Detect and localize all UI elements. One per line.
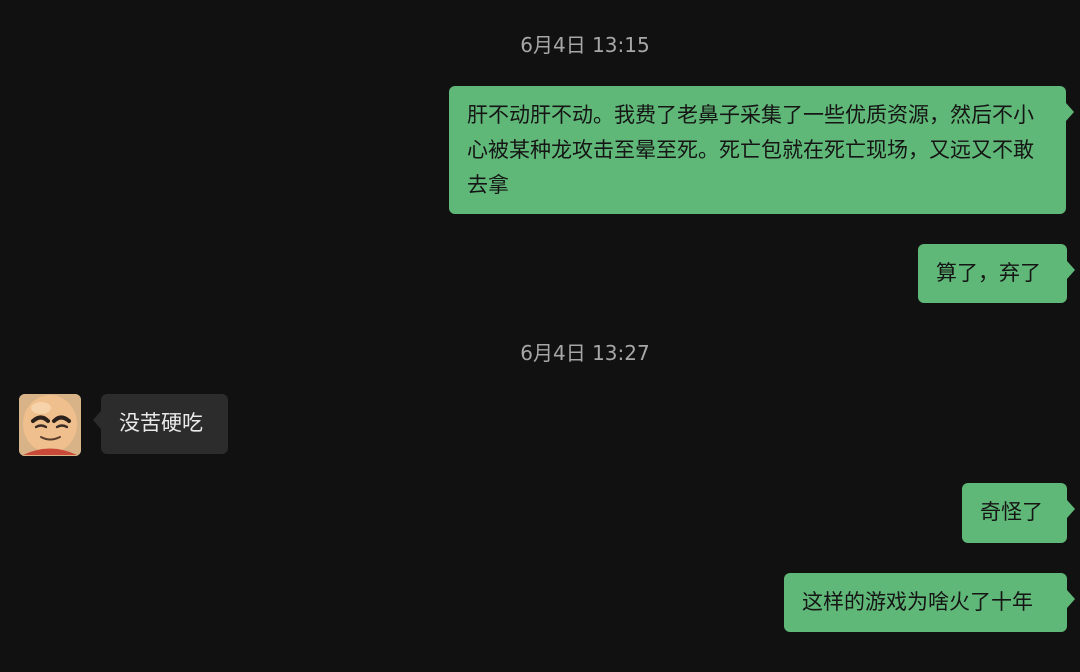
outgoing-message-bubble[interactable]: 这样的游戏为啥火了十年 bbox=[784, 573, 1075, 632]
outgoing-message-bubble[interactable]: 奇怪了 bbox=[962, 483, 1075, 543]
chat-window: 6月4日 13:15 肝不动肝不动。我费了老鼻子采集了一些优质资源，然后不小心被… bbox=[0, 0, 1080, 672]
outgoing-message-bubble[interactable]: 肝不动肝不动。我费了老鼻子采集了一些优质资源，然后不小心被某种龙攻击至晕至死。死… bbox=[449, 86, 1074, 214]
bald-cartoon-avatar-icon bbox=[19, 394, 81, 456]
timestamp: 6月4日 13:15 bbox=[520, 33, 650, 57]
avatar[interactable] bbox=[19, 394, 81, 456]
timestamp: 6月4日 13:27 bbox=[520, 341, 650, 365]
incoming-message-bubble[interactable]: 没苦硬吃 bbox=[93, 394, 228, 454]
outgoing-message-bubble[interactable]: 算了，弃了 bbox=[918, 244, 1075, 303]
